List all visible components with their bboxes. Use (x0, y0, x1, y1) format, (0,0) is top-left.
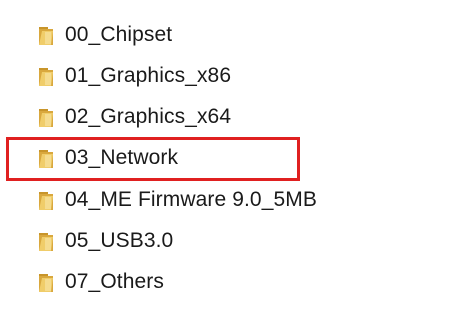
folder-icon (39, 192, 53, 210)
folder-name: 07_Others (65, 270, 164, 293)
list-item[interactable]: 00_Chipset (36, 20, 172, 50)
folder-name: 05_USB3.0 (65, 229, 174, 252)
list-item[interactable]: 07_Others (36, 267, 164, 297)
list-item[interactable]: 02_Graphics_x64 (36, 102, 231, 132)
folder-icon (39, 233, 53, 251)
folder-icon (39, 274, 53, 292)
list-item[interactable]: 01_Graphics_x86 (36, 61, 231, 91)
folder-icon (39, 27, 53, 45)
folder-name: 04_ME Firmware 9.0_5MB (65, 188, 317, 211)
folder-name: 01_Graphics_x86 (65, 64, 232, 87)
folder-icon (39, 68, 53, 86)
list-item-highlighted[interactable]: 03_Network (36, 143, 178, 173)
folder-list: 00_Chipset 01_Graphics_x86 02_Graphics_x… (0, 0, 471, 317)
folder-icon (39, 109, 53, 127)
list-item[interactable]: 05_USB3.0 (36, 226, 173, 256)
folder-name: 00_Chipset (65, 23, 173, 46)
folder-name: 03_Network (65, 146, 179, 169)
folder-name: 02_Graphics_x64 (65, 105, 232, 128)
folder-icon (39, 150, 53, 168)
list-item[interactable]: 04_ME Firmware 9.0_5MB (36, 185, 317, 215)
